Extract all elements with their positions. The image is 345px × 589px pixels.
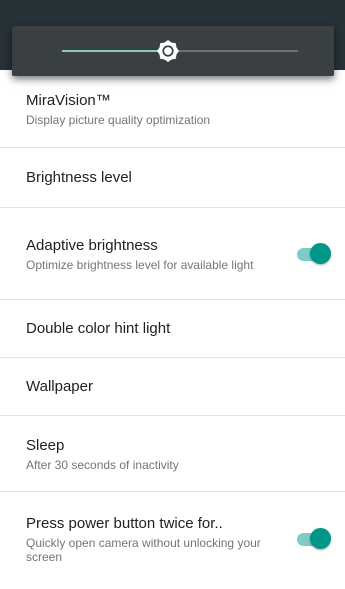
adaptive-brightness-toggle[interactable] [295, 242, 331, 265]
setting-title: Wallpaper [26, 378, 93, 395]
settings-list: MiraVision™ Display picture quality opti… [0, 70, 345, 586]
power-button-camera-toggle[interactable] [295, 528, 331, 550]
setting-adaptive-brightness[interactable]: Adaptive brightness Optimize brightness … [0, 208, 345, 300]
setting-title: Adaptive brightness [26, 236, 158, 254]
setting-miravision[interactable]: MiraVision™ Display picture quality opti… [0, 70, 345, 148]
brightness-popup [12, 26, 334, 76]
setting-summary: Quickly open camera without unlocking yo… [26, 536, 261, 564]
setting-summary: After 30 seconds of inactivity [26, 457, 179, 472]
setting-summary: Optimize brightness level for available … [26, 257, 254, 272]
brightness-slider[interactable] [62, 40, 298, 62]
setting-sleep[interactable]: Sleep After 30 seconds of inactivity [0, 416, 345, 492]
setting-title: Sleep [26, 436, 65, 454]
toggle-thumb [310, 242, 331, 264]
setting-summary: Display picture quality optimization [26, 112, 211, 127]
setting-title: MiraVision™ [26, 91, 111, 109]
brightness-slider-fill [62, 50, 169, 52]
brightness-icon[interactable] [157, 40, 180, 62]
setting-press-power-button-twice[interactable]: Press power button twice for.. Quickly o… [0, 492, 345, 586]
setting-wallpaper[interactable]: Wallpaper [0, 358, 345, 416]
setting-title: Press power button twice for.. [26, 515, 223, 532]
setting-double-color-hint-light[interactable]: Double color hint light [0, 300, 345, 358]
toggle-thumb [310, 528, 331, 549]
setting-title: Brightness level [26, 169, 132, 186]
setting-brightness-level[interactable]: Brightness level [0, 148, 345, 208]
setting-title: Double color hint light [26, 320, 171, 337]
